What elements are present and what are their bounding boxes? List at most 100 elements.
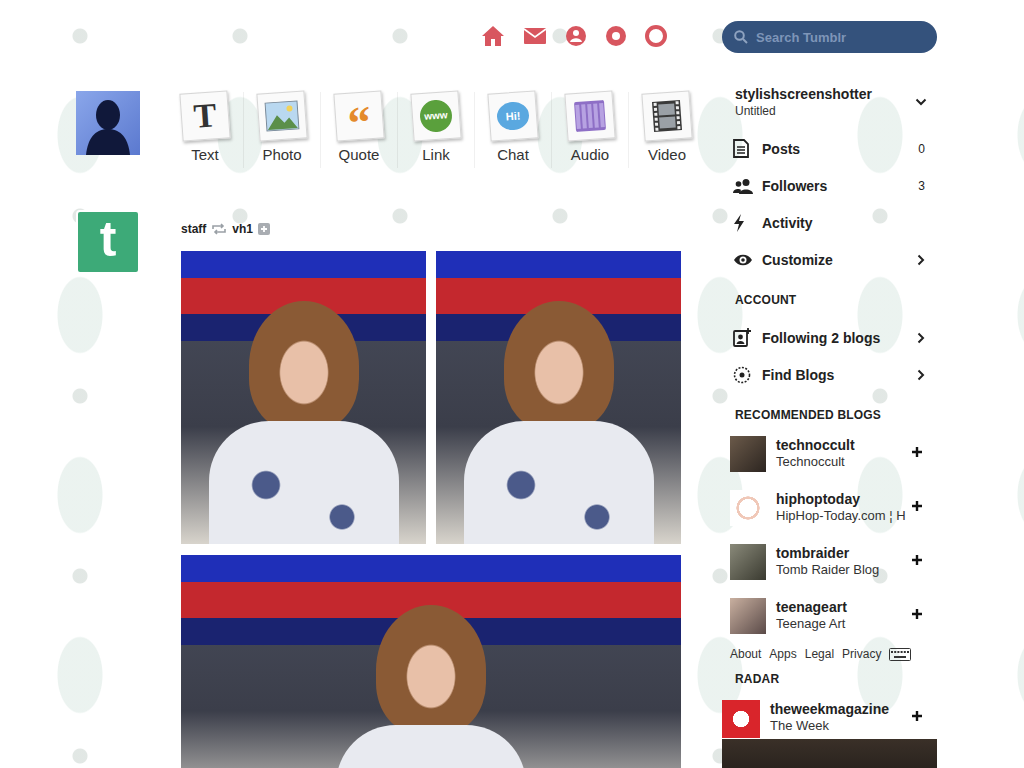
blog-avatar bbox=[730, 598, 766, 634]
recommended-blog[interactable]: hiphoptodayHipHop-Today.com ¦ H bbox=[722, 483, 937, 537]
blog-avatar bbox=[730, 544, 766, 580]
post-type-label: Link bbox=[422, 146, 450, 168]
user-avatar[interactable] bbox=[76, 91, 140, 155]
blog-title: Untitled bbox=[735, 103, 872, 119]
people-icon bbox=[733, 178, 753, 194]
account-menu-item[interactable]: Find Blogs bbox=[722, 356, 937, 393]
post-type-button[interactable]: “Quote bbox=[321, 92, 398, 168]
blog-row-title: The Week bbox=[770, 718, 901, 734]
blog-switcher[interactable]: stylishscreenshotterUntitled bbox=[722, 85, 937, 119]
photo-subject-body bbox=[464, 421, 654, 544]
reblog-icon bbox=[211, 223, 227, 235]
search-field bbox=[722, 21, 937, 53]
follow-plus-icon[interactable] bbox=[911, 710, 923, 722]
section-heading: ACCOUNT bbox=[722, 292, 937, 308]
audio-icon bbox=[573, 99, 607, 133]
photo[interactable] bbox=[181, 555, 681, 768]
menu-label: Find Blogs bbox=[762, 367, 917, 383]
post-source[interactable]: vh1 bbox=[232, 222, 253, 236]
post-header: staff vh1 bbox=[181, 221, 681, 237]
compass-icon bbox=[733, 366, 751, 384]
post-type-label: Audio bbox=[571, 146, 609, 168]
top-nav bbox=[181, 0, 681, 72]
post-type-button[interactable]: TText bbox=[167, 92, 244, 168]
post-type-icon bbox=[564, 90, 615, 141]
film-icon bbox=[650, 99, 684, 133]
main-column: TTextPhoto“QuotewwwLinkHi!ChatAudioVideo… bbox=[181, 0, 681, 768]
footer-link[interactable]: Legal bbox=[805, 647, 834, 661]
blog-menu-item[interactable]: Followers3 bbox=[722, 167, 937, 204]
blog-avatar bbox=[722, 700, 760, 738]
radar-post-image[interactable] bbox=[722, 739, 937, 768]
post-type-label: Chat bbox=[497, 146, 529, 168]
chevron-right-icon bbox=[917, 369, 925, 381]
blog-row-title: HipHop-Today.com ¦ H bbox=[776, 508, 901, 524]
section-heading: RECOMMENDED BLOGS bbox=[722, 407, 937, 423]
radar-blog[interactable]: theweekmagazineThe Week bbox=[722, 693, 937, 739]
eye-icon bbox=[733, 253, 753, 267]
section-heading: RADAR bbox=[722, 671, 937, 687]
blog-row-name: technoccult bbox=[776, 436, 901, 454]
blog-menu: Posts0Followers3ActivityCustomize bbox=[722, 130, 937, 278]
recommended-blogs: technoccultTechnocculthiphoptodayHipHop-… bbox=[722, 429, 937, 645]
post-type-button[interactable]: www Link bbox=[398, 92, 475, 168]
blog-menu-item[interactable]: Activity bbox=[722, 204, 937, 241]
photo[interactable] bbox=[436, 251, 681, 544]
help-icon[interactable] bbox=[605, 25, 627, 47]
menu-label: Activity bbox=[762, 215, 925, 231]
photo[interactable] bbox=[181, 251, 426, 544]
follow-plus-icon[interactable] bbox=[911, 446, 923, 458]
mail-icon[interactable] bbox=[523, 27, 547, 45]
footer-link[interactable]: Privacy bbox=[842, 647, 881, 661]
menu-label: Customize bbox=[762, 252, 917, 268]
person-add-icon bbox=[733, 328, 751, 347]
post-type-button[interactable]: Video bbox=[629, 92, 705, 168]
post-type-button[interactable]: Audio bbox=[552, 92, 629, 168]
post-type-glyph: “ bbox=[346, 99, 372, 146]
blog-menu-item[interactable]: Customize bbox=[722, 241, 937, 278]
footer-link[interactable]: About bbox=[730, 647, 761, 661]
blog-row-title: Technoccult bbox=[776, 454, 901, 470]
blog-row-name: tombraider bbox=[776, 544, 901, 562]
follow-plus-icon[interactable] bbox=[911, 500, 923, 512]
tumblr-logo[interactable]: t bbox=[76, 210, 140, 274]
recommended-blog[interactable]: teenageartTeenage Art bbox=[722, 591, 937, 645]
menu-count: 3 bbox=[918, 179, 925, 193]
settings-icon[interactable] bbox=[645, 25, 667, 47]
follow-plus-icon[interactable] bbox=[258, 223, 270, 235]
follow-plus-icon[interactable] bbox=[911, 608, 923, 620]
account-menu-item[interactable]: Following 2 blogs bbox=[722, 319, 937, 356]
post-author[interactable]: staff bbox=[181, 222, 206, 236]
recommended-blog[interactable]: tombraiderTomb Raider Blog bbox=[722, 537, 937, 591]
post-type-icon: Hi! bbox=[487, 90, 538, 141]
post-type-button[interactable]: Photo bbox=[244, 92, 321, 168]
post-type-glyph: www bbox=[419, 99, 453, 133]
blog-menu-item[interactable]: Posts0 bbox=[722, 130, 937, 167]
home-icon[interactable] bbox=[481, 25, 505, 47]
blog-row-name: theweekmagazine bbox=[770, 700, 901, 718]
footer-link[interactable]: Apps bbox=[769, 647, 796, 661]
photoset bbox=[181, 251, 681, 768]
keyboard-icon[interactable] bbox=[889, 648, 911, 661]
chevron-down-icon bbox=[915, 98, 927, 106]
follow-plus-icon[interactable] bbox=[911, 554, 923, 566]
post-type-label: Video bbox=[648, 146, 686, 168]
post-type-button[interactable]: Hi! Chat bbox=[475, 92, 552, 168]
silhouette-icon bbox=[76, 91, 140, 155]
blog-avatar bbox=[730, 490, 766, 526]
photo-subject bbox=[376, 605, 486, 735]
people-icon[interactable] bbox=[565, 25, 587, 47]
search-input[interactable] bbox=[756, 30, 925, 45]
post-type-icon: T bbox=[179, 90, 230, 141]
post-type-icon: www bbox=[410, 90, 461, 141]
post-type-icon bbox=[641, 90, 692, 141]
menu-label: Followers bbox=[762, 178, 918, 194]
logo-letter: t bbox=[100, 214, 117, 264]
post: staff vh1 bbox=[181, 221, 681, 768]
menu-count: 0 bbox=[918, 142, 925, 156]
menu-label: Posts bbox=[762, 141, 918, 157]
photo-icon bbox=[264, 100, 300, 132]
chevron-right-icon bbox=[917, 254, 925, 266]
account-menu: Following 2 blogs Find Blogs bbox=[722, 319, 937, 393]
recommended-blog[interactable]: technoccultTechnoccult bbox=[722, 429, 937, 483]
